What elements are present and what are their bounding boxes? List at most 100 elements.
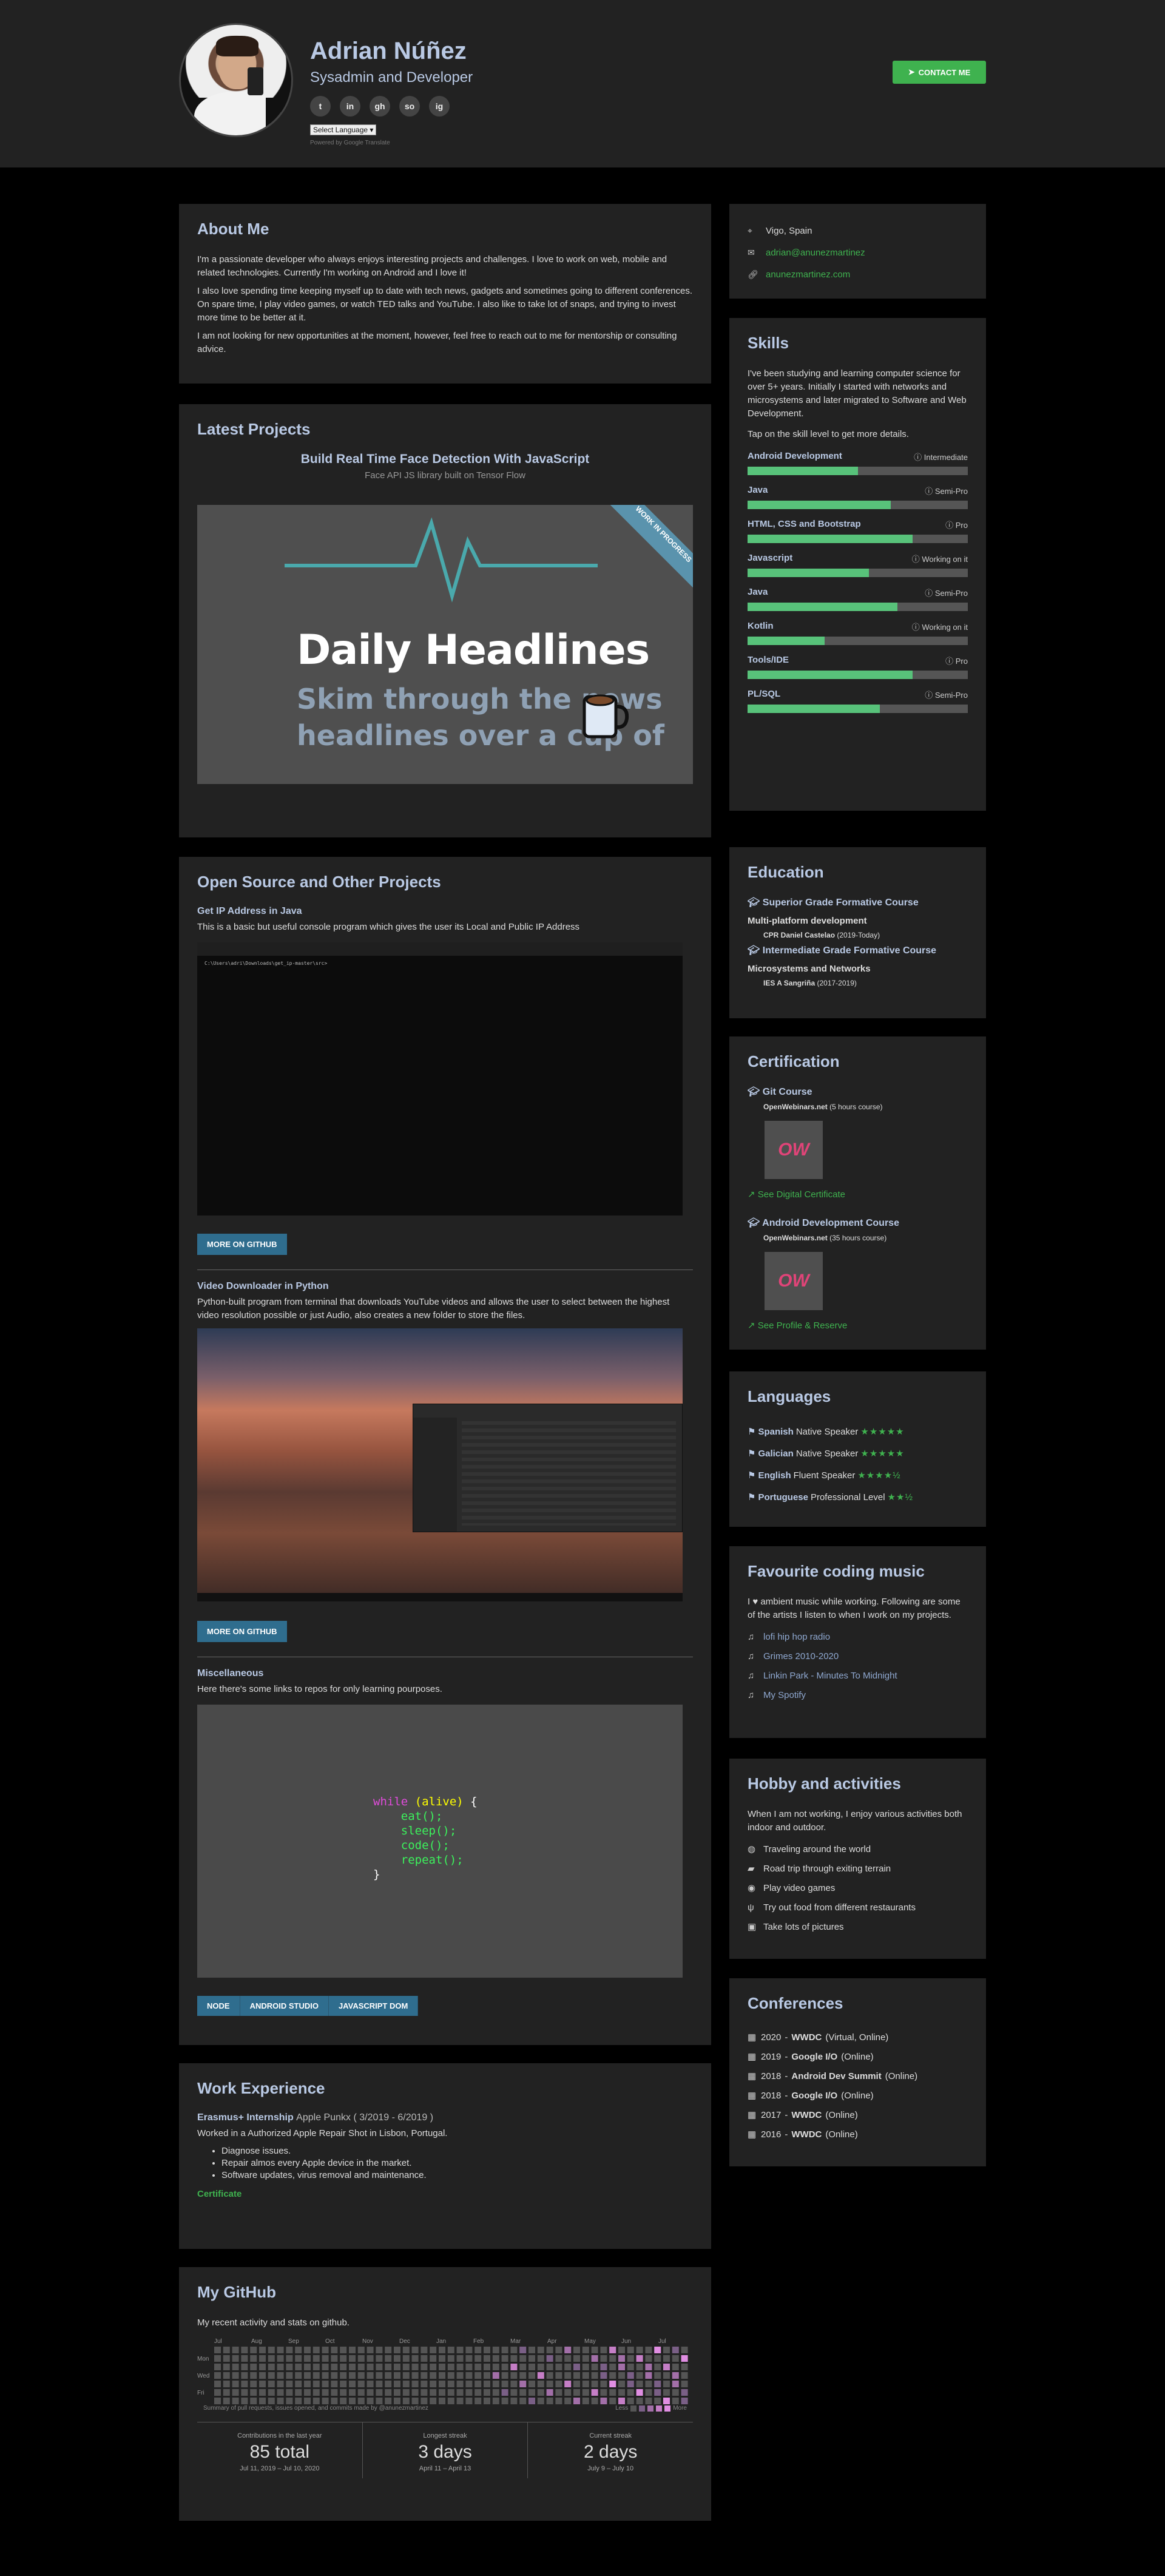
headphones-icon: ♫ xyxy=(748,1689,755,1700)
contact-button[interactable]: ➤ CONTACT ME xyxy=(893,61,986,84)
contribution-cell xyxy=(259,2389,266,2396)
github-icon[interactable]: gh xyxy=(370,96,390,117)
contribution-cell xyxy=(304,2381,311,2387)
graph-month: Dec xyxy=(399,2338,410,2345)
contribution-cell xyxy=(492,2372,499,2379)
music-link[interactable]: Grimes 2010-2020 xyxy=(763,1651,839,1662)
see-certificate-link[interactable]: ↗ See Digital Certificate xyxy=(748,1189,968,1200)
contribution-cell xyxy=(286,2347,293,2353)
contribution-cell xyxy=(447,2364,454,2370)
contribution-cell xyxy=(663,2398,670,2404)
instagram-icon[interactable]: ig xyxy=(429,96,450,117)
tag-node[interactable]: NODE xyxy=(197,1996,240,2016)
contribution-cell xyxy=(537,2398,544,2404)
contribution-cell xyxy=(430,2364,437,2370)
see-profile-link[interactable]: ↗ See Profile & Reserve xyxy=(748,1320,968,1331)
language-name: Galician xyxy=(758,1448,794,1459)
contribution-cell xyxy=(304,2398,311,2404)
hobby-text: Play video games xyxy=(763,1882,836,1893)
contribution-cell xyxy=(366,2364,374,2370)
contribution-cell xyxy=(420,2355,428,2362)
project-misc-title[interactable]: Miscellaneous xyxy=(197,1668,693,1679)
contribution-cell xyxy=(420,2347,428,2353)
about-card: About Me I'm a passionate developer who … xyxy=(179,204,711,384)
contribution-cell xyxy=(681,2372,688,2379)
music-item[interactable]: ♫ My Spotify xyxy=(748,1685,968,1705)
contribution-cell xyxy=(430,2347,437,2353)
contribution-cell xyxy=(501,2398,508,2404)
tag-javascript-dom[interactable]: JAVASCRIPT DOM xyxy=(328,1996,419,2016)
project-ip-title[interactable]: Get IP Address in Java xyxy=(197,906,693,917)
linkedin-icon[interactable]: in xyxy=(340,96,360,117)
contribution-cell xyxy=(618,2355,625,2362)
music-link[interactable]: My Spotify xyxy=(763,1690,806,1700)
contribution-cell xyxy=(474,2389,482,2396)
website-link[interactable]: anunezmartinez.com xyxy=(766,269,850,280)
project-image[interactable]: WORK IN PROGRESS Daily Headlines Skim th… xyxy=(197,505,693,784)
day-fri: Fri xyxy=(197,2390,204,2396)
contribution-cell xyxy=(591,2364,598,2370)
language-select[interactable]: Select Language ▾ xyxy=(310,124,377,135)
more-on-github-button-2[interactable]: MORE ON GITHUB xyxy=(197,1621,287,1642)
graph-summary: Summary of pull requests, issues opened,… xyxy=(203,2405,428,2412)
skill-name: Javascript xyxy=(748,553,793,563)
headphones-icon: ♫ xyxy=(748,1670,755,1681)
contribution-cell xyxy=(402,2372,410,2379)
gamepad-icon: ◉ xyxy=(748,1883,756,1893)
contribution-cell xyxy=(681,2381,688,2387)
music-link[interactable]: Linkin Park - Minutes To Midnight xyxy=(763,1671,897,1681)
music-link[interactable]: lofi hip hop radio xyxy=(763,1632,830,1642)
contribution-cell xyxy=(447,2372,454,2379)
music-item[interactable]: ♫ lofi hip hop radio xyxy=(748,1627,968,1646)
skill-level-button[interactable]: ⓘ Semi-Pro xyxy=(925,689,968,701)
skill-level-button[interactable]: ⓘ Pro xyxy=(945,519,968,531)
contribution-cell xyxy=(645,2389,652,2396)
contribution-cell xyxy=(241,2398,248,2404)
project-title[interactable]: Build Real Time Face Detection With Java… xyxy=(197,452,693,467)
contribution-cell xyxy=(439,2389,445,2396)
contribution-cell xyxy=(573,2389,580,2396)
work-role: Erasmus+ Internship Apple Punkx ( 3/2019… xyxy=(197,2112,434,2123)
contribution-cell xyxy=(663,2372,670,2379)
contribution-cell xyxy=(654,2398,661,2404)
contribution-cell xyxy=(241,2381,248,2387)
music-title: Favourite coding music xyxy=(748,1562,925,1580)
skill-head: HTML, CSS and Bootstrap ⓘ Pro xyxy=(748,519,968,531)
contribution-cell xyxy=(510,2355,518,2362)
music-item[interactable]: ♫ Linkin Park - Minutes To Midnight xyxy=(748,1666,968,1685)
conference-item: ▦ 2017- WWDC (Online) xyxy=(748,2105,968,2125)
certificate-link[interactable]: Certificate xyxy=(197,2189,693,2199)
contribution-cell xyxy=(411,2364,419,2370)
language-item: ⚑ Portuguese Professional Level ★★½ xyxy=(748,1486,968,1508)
contribution-cell xyxy=(465,2381,473,2387)
skill-head: PL/SQL ⓘ Semi-Pro xyxy=(748,689,968,701)
skill-level-button[interactable]: ⓘ Intermediate xyxy=(914,451,968,463)
music-item[interactable]: ♫ Grimes 2010-2020 xyxy=(748,1646,968,1666)
skill-item: Kotlin ⓘ Working on it xyxy=(748,621,968,645)
graph-month: Jun xyxy=(621,2338,632,2345)
stackoverflow-icon[interactable]: so xyxy=(399,96,420,117)
skill-level-button[interactable]: ⓘ Semi-Pro xyxy=(925,587,968,599)
car-icon: ▰ xyxy=(748,1864,755,1874)
contribution-cell xyxy=(340,2389,347,2396)
education-place-2: IES A Sangriña (2017-2019) xyxy=(763,979,857,987)
contribution-cell xyxy=(627,2398,634,2404)
skill-level-button[interactable]: ⓘ Working on it xyxy=(912,621,968,633)
more-on-github-button[interactable]: MORE ON GITHUB xyxy=(197,1234,287,1255)
tag-android-studio[interactable]: ANDROID STUDIO xyxy=(240,1996,329,2016)
email-link[interactable]: adrian@anunezmartinez xyxy=(766,248,865,258)
contact-info-card: ⌖ Vigo, Spain ✉ adrian@anunezmartinez 🔗︎ an… xyxy=(729,204,986,299)
contribution-cell xyxy=(376,2364,383,2370)
skill-level-button[interactable]: ⓘ Pro xyxy=(945,655,968,667)
twitter-icon[interactable]: t xyxy=(310,96,331,117)
link-icon: 🔗︎ xyxy=(748,269,758,279)
project-video-title[interactable]: Video Downloader in Python xyxy=(197,1281,693,1292)
skill-item: HTML, CSS and Bootstrap ⓘ Pro xyxy=(748,519,968,543)
contribution-cell xyxy=(295,2398,302,2404)
cutlery-icon: ψ xyxy=(748,1902,754,1913)
contribution-cell xyxy=(402,2355,410,2362)
contribution-cell xyxy=(322,2398,329,2404)
skill-level-button[interactable]: ⓘ Semi-Pro xyxy=(925,485,968,497)
calendar-icon: ▦ xyxy=(748,2052,757,2062)
skill-level-button[interactable]: ⓘ Working on it xyxy=(912,553,968,565)
